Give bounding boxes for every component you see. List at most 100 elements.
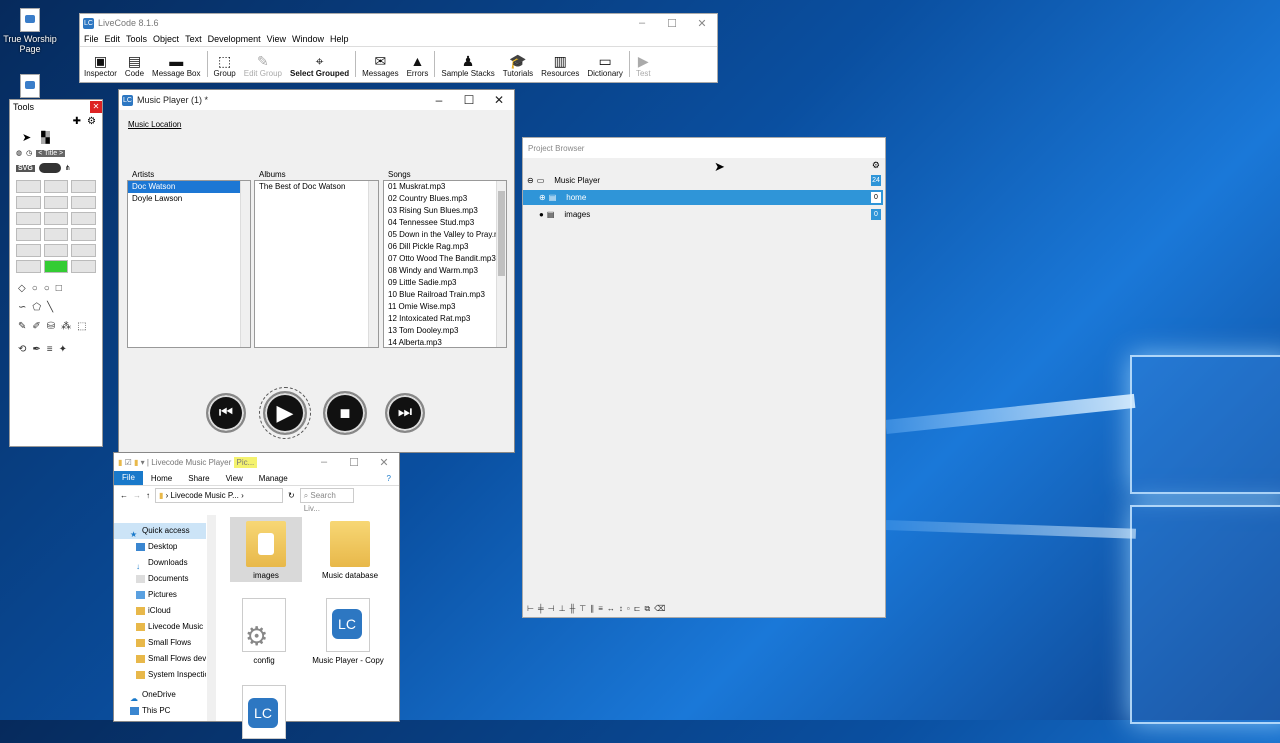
diamond-tool-icon[interactable]: ◇ [18,283,26,294]
nav-item-small-flows-dev[interactable]: Small Flows dev [114,651,206,667]
radio-tool[interactable] [16,196,41,209]
close-icon[interactable]: ✕ [90,101,102,113]
delete-icon[interactable]: ⌫ [654,604,665,614]
nav-item-desktop[interactable]: Desktop [114,539,206,555]
maximize-button[interactable]: ☐ [339,456,369,469]
list-item[interactable]: 07 Otto Wood The Bandit.mp3 [384,253,506,265]
header-bar-widget[interactable]: < Title > [36,149,66,157]
file-item-config[interactable]: ⚙ config [228,598,300,665]
file-item-music-database[interactable]: Music database [314,521,386,580]
albums-list[interactable]: The Best of Doc Watson [254,180,379,348]
minimize-button[interactable]: – [309,456,339,469]
line-draw-tool-icon[interactable]: ╲ [47,302,53,313]
artists-list[interactable]: Doc Watson Doyle Lawson [127,180,251,348]
copy-icon[interactable]: ⧉ [644,604,650,614]
list-item[interactable]: 08 Windy and Warm.mp3 [384,265,506,277]
square-tool-icon[interactable]: □ [56,283,62,294]
pb-row-stack[interactable]: ⊖ ▭ Music Player 24 [523,173,883,188]
maximize-button[interactable]: ☐ [657,17,687,30]
stop-button[interactable]: ■ [323,391,367,435]
tree-widget-icon[interactable]: ⋔ [65,164,71,172]
list-item[interactable]: 04 Tennessee Stud.mp3 [384,217,506,229]
file-item-livecode[interactable]: LC [228,685,300,743]
collapse-icon[interactable]: ⊖ [527,176,534,185]
messages-button[interactable]: ✉ Messages [358,47,402,81]
menu-help[interactable]: Help [330,34,349,44]
list-item[interactable]: 13 Tom Dooley.mp3 [384,325,506,337]
add-icon[interactable]: ✚ [73,116,81,127]
minimize-button[interactable]: – [627,17,657,30]
ribbon-tab-share[interactable]: Share [180,474,217,483]
menu-tools[interactable]: Tools [126,34,147,44]
open-icon[interactable]: ⊏ [634,604,641,614]
distribute-h-icon[interactable]: ∥ [590,604,594,614]
same-width-icon[interactable]: ↔ [607,604,615,614]
nav-item-icloud[interactable]: iCloud [114,603,206,619]
up-icon[interactable]: ↑ [146,491,150,500]
nav-item-pictures[interactable]: Pictures [114,587,206,603]
list-item[interactable]: 01 Muskrat.mp3 [384,181,506,193]
align-left-icon[interactable]: ⊢ [527,604,534,614]
menu-text[interactable]: Text [185,34,202,44]
errors-button[interactable]: ▲ Errors [403,47,433,81]
previous-button[interactable]: ⏮ [206,393,246,433]
button-tool[interactable] [16,180,41,193]
close-button[interactable]: ✕ [369,456,399,469]
nav-item-livecode-music[interactable]: Livecode Music [114,619,206,635]
pointer-tool-icon[interactable]: ➤ [22,131,31,144]
lasso-tool-icon[interactable]: ⟲ [18,344,26,355]
resources-button[interactable]: ▥ Resources [537,47,583,81]
text-field-tool[interactable] [71,196,96,209]
dictionary-button[interactable]: ▭ Dictionary [583,47,627,81]
list-tool[interactable] [43,228,69,241]
play-button[interactable]: ▶ [259,387,311,439]
inspector-button[interactable]: ▣ Inspector [80,47,121,81]
menu-edit[interactable]: Edit [105,34,121,44]
minimize-button[interactable]: – [424,93,454,107]
list-item[interactable]: 12 Intoxicated Rat.mp3 [384,313,506,325]
menu-development[interactable]: Development [208,34,261,44]
option-tool[interactable] [71,244,96,257]
desktop-icon-2[interactable] [0,74,60,100]
align-top-icon[interactable]: ⊤ [579,604,586,614]
scrollbar[interactable] [496,181,506,347]
list-item[interactable]: 14 Alberta.mp3 [384,337,506,347]
list-item[interactable]: The Best of Doc Watson [255,181,378,193]
close-button[interactable]: ✕ [687,17,717,30]
switch-widget-icon[interactable] [38,163,61,173]
list-item[interactable]: 02 Country Blues.mp3 [384,193,506,205]
nav-item-system-inspection[interactable]: System Inspectio [114,667,206,683]
checkbox-tool[interactable] [43,180,69,193]
magic-tool-icon[interactable]: ✦ [59,344,67,355]
spray-tool-icon[interactable]: ⁂ [61,321,71,332]
gear-icon[interactable]: ⚙ [87,116,96,127]
list-item[interactable]: Doyle Lawson [128,193,250,205]
menu-object[interactable]: Object [153,34,179,44]
scroll-list-tool[interactable] [71,228,96,241]
pen-tool-icon[interactable]: ✒ [32,344,40,355]
edit-tool-icon[interactable]: ▚ [41,131,50,144]
gear-icon[interactable]: ⚙ [872,160,880,171]
music-location-link[interactable]: Music Location [128,120,181,129]
progress-tool[interactable] [43,260,69,273]
align-center-icon[interactable]: ╪ [538,604,544,614]
circle-tool-icon[interactable]: ○ [32,283,38,294]
sample-stacks-button[interactable]: ♟ Sample Stacks [437,47,498,81]
test-button[interactable]: ▶ Test [632,47,655,81]
input-tool[interactable] [43,212,69,225]
edit-group-button[interactable]: ✎ Edit Group [240,47,286,81]
distribute-v-icon[interactable]: ≡ [598,604,603,614]
list-item[interactable]: 11 Omie Wise.mp3 [384,301,506,313]
code-button[interactable]: ▤ Code [121,47,148,81]
ribbon-tab-manage[interactable]: Manage [251,474,296,483]
table-tool[interactable] [16,228,41,241]
songs-list[interactable]: 01 Muskrat.mp3 02 Country Blues.mp3 03 R… [383,180,507,348]
context-tab[interactable]: Pic... [233,456,258,468]
ribbon-tab-home[interactable]: Home [143,474,180,483]
expand-icon[interactable]: ⊕ [539,193,546,202]
field-tool[interactable] [71,180,96,193]
list-item[interactable]: 10 Blue Railroad Train.mp3 [384,289,506,301]
nav-item-documents[interactable]: Documents [114,571,206,587]
lines-tool-icon[interactable]: ≡ [47,344,53,355]
clock-widget-icon[interactable]: ◷ [26,149,32,157]
